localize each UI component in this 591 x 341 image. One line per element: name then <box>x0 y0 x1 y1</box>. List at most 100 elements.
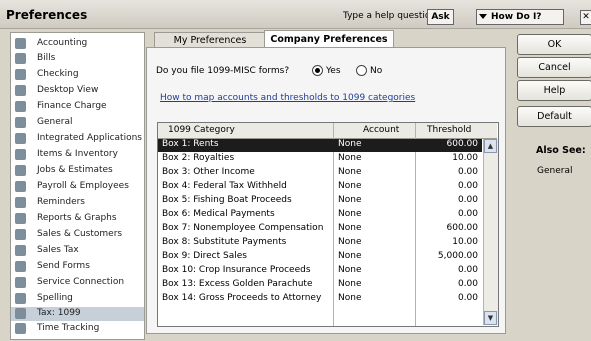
threshold-cell[interactable]: 0.00 <box>458 293 478 303</box>
sidebar-item-sales-customers[interactable]: Sales & Customers <box>11 228 144 242</box>
account-cell[interactable]: None <box>338 265 361 275</box>
how-do-i-button[interactable]: How Do I? <box>476 9 564 25</box>
sidebar-item-reminders[interactable]: Reminders <box>11 196 144 210</box>
table-row[interactable]: Box 4: Federal Tax Withheld None 0.00 <box>158 181 482 194</box>
window-title: Preferences <box>6 8 88 22</box>
sidebar-item-sales-tax[interactable]: Sales Tax <box>11 244 144 258</box>
sidebar-item-integrated-applications[interactable]: Integrated Applications <box>11 132 144 146</box>
table-row[interactable]: Box 1: Rents None 600.00 <box>158 139 482 152</box>
table-row[interactable]: Box 14: Gross Proceeds to Attorney None 0.… <box>158 293 482 306</box>
sidebar-item-desktop-view[interactable]: Desktop View <box>11 84 144 98</box>
sidebar-item-label: Tax: 1099 <box>37 308 81 318</box>
yes-radio-label[interactable]: Yes <box>326 66 341 76</box>
no-radio-label[interactable]: No <box>370 66 382 76</box>
threshold-cell[interactable]: 0.00 <box>458 265 478 275</box>
sidebar-item-label: Sales & Customers <box>37 229 123 239</box>
send-forms-icon <box>15 261 26 272</box>
sidebar-item-send-forms[interactable]: Send Forms <box>11 260 144 274</box>
table-row[interactable]: Box 5: Fishing Boat Proceeds None 0.00 <box>158 195 482 208</box>
threshold-cell[interactable]: 0.00 <box>458 195 478 205</box>
category-cell: Box 9: Direct Sales <box>162 251 247 261</box>
ok-button[interactable]: OK <box>517 34 591 55</box>
also-see-title: Also See: <box>536 145 586 156</box>
sidebar-item-time-tracking[interactable]: Time Tracking <box>11 322 144 336</box>
file-1099-question: Do you file 1099-MISC forms? <box>156 66 290 76</box>
category-cell: Box 1: Rents <box>162 139 219 149</box>
items-inventory-icon <box>15 149 26 160</box>
map-accounts-link[interactable]: How to map accounts and thresholds to 10… <box>160 93 415 103</box>
sidebar-item-spelling[interactable]: Spelling <box>11 292 144 306</box>
ask-button[interactable]: Ask <box>427 9 454 25</box>
threshold-cell[interactable]: 0.00 <box>458 279 478 289</box>
account-cell[interactable]: None <box>338 237 361 247</box>
sidebar-item-service-connection[interactable]: Service Connection <box>11 276 144 290</box>
table-row[interactable]: Box 8: Substitute Payments None 10.00 <box>158 237 482 250</box>
account-cell[interactable]: None <box>338 153 361 163</box>
sidebar-item-label: Finance Charge <box>37 101 107 111</box>
table-row[interactable]: Box 7: Nonemployee Compensation None 600.0… <box>158 223 482 236</box>
account-cell[interactable]: None <box>338 181 361 191</box>
reports-icon <box>15 213 26 224</box>
account-cell[interactable]: None <box>338 195 361 205</box>
category-cell: Box 5: Fishing Boat Proceeds <box>162 195 292 205</box>
sidebar-item-general[interactable]: General <box>11 116 144 130</box>
no-radio[interactable] <box>356 65 367 76</box>
threshold-cell[interactable]: 0.00 <box>458 209 478 219</box>
account-cell[interactable]: None <box>338 139 361 149</box>
bills-icon <box>15 53 26 64</box>
column-header-threshold[interactable]: Threshold <box>427 125 471 135</box>
preferences-sidebar: Accounting Bills Checking Desktop View F… <box>10 32 145 340</box>
help-button[interactable]: Help <box>517 80 591 101</box>
category-cell: Box 13: Excess Golden Parachute <box>162 279 313 289</box>
title-bar: Preferences Type a help question Ask How… <box>0 0 591 29</box>
how-do-i-label: How Do I? <box>491 12 542 22</box>
threshold-cell[interactable]: 0.00 <box>458 181 478 191</box>
sidebar-item-label: Send Forms <box>37 261 90 271</box>
sidebar-item-jobs-estimates[interactable]: Jobs & Estimates <box>11 164 144 178</box>
close-icon[interactable]: ✕ <box>580 10 591 25</box>
sidebar-item-label: Items & Inventory <box>37 149 118 159</box>
threshold-cell[interactable]: 5,000.00 <box>438 251 478 261</box>
threshold-cell[interactable]: 600.00 <box>447 223 479 233</box>
account-cell[interactable]: None <box>338 209 361 219</box>
account-cell[interactable]: None <box>338 251 361 261</box>
scroll-up-icon[interactable]: ▲ <box>484 139 497 153</box>
sidebar-item-label: Integrated Applications <box>37 133 142 143</box>
account-cell[interactable]: None <box>338 223 361 233</box>
cancel-button[interactable]: Cancel <box>517 57 591 78</box>
table-row[interactable]: Box 3: Other Income None 0.00 <box>158 167 482 180</box>
table-row[interactable]: Box 9: Direct Sales None 5,000.00 <box>158 251 482 264</box>
column-header-account[interactable]: Account <box>363 125 399 135</box>
account-cell[interactable]: None <box>338 293 361 303</box>
table-row[interactable]: Box 6: Medical Payments None 0.00 <box>158 209 482 222</box>
accounting-icon <box>15 38 26 49</box>
sidebar-item-label: Payroll & Employees <box>37 181 129 191</box>
table-scrollbar[interactable]: ▲ ▼ <box>483 139 498 325</box>
sidebar-item-payroll-employees[interactable]: Payroll & Employees <box>11 180 144 194</box>
sidebar-item-checking[interactable]: Checking <box>11 68 144 82</box>
yes-radio[interactable] <box>312 65 323 76</box>
sidebar-item-finance-charge[interactable]: Finance Charge <box>11 100 144 114</box>
table-row[interactable]: Box 13: Excess Golden Parachute None 0.00 <box>158 279 482 292</box>
also-see-general-link[interactable]: General <box>537 166 572 176</box>
threshold-cell[interactable]: 600.00 <box>447 139 479 149</box>
default-button[interactable]: Default <box>517 106 591 127</box>
sidebar-item-items-inventory[interactable]: Items & Inventory <box>11 148 144 162</box>
threshold-cell[interactable]: 10.00 <box>452 153 478 163</box>
sidebar-item-accounting[interactable]: Accounting <box>11 37 144 51</box>
tab-my-preferences[interactable]: My Preferences <box>154 32 266 48</box>
service-connection-icon <box>15 277 26 288</box>
threshold-cell[interactable]: 0.00 <box>458 167 478 177</box>
table-header: 1099 Category Account Threshold <box>158 123 497 139</box>
table-row[interactable]: Box 2: Royalties None 10.00 <box>158 153 482 166</box>
threshold-cell[interactable]: 10.00 <box>452 237 478 247</box>
sidebar-item-reports-graphs[interactable]: Reports & Graphs <box>11 212 144 226</box>
scroll-down-icon[interactable]: ▼ <box>484 311 497 325</box>
account-cell[interactable]: None <box>338 279 361 289</box>
sidebar-item-bills[interactable]: Bills <box>11 52 144 66</box>
column-header-category[interactable]: 1099 Category <box>168 125 235 135</box>
sidebar-item-tax-1099[interactable]: Tax: 1099 <box>11 307 144 321</box>
sidebar-item-label: Accounting <box>37 38 88 48</box>
account-cell[interactable]: None <box>338 167 361 177</box>
table-row[interactable]: Box 10: Crop Insurance Proceeds None 0.00 <box>158 265 482 278</box>
